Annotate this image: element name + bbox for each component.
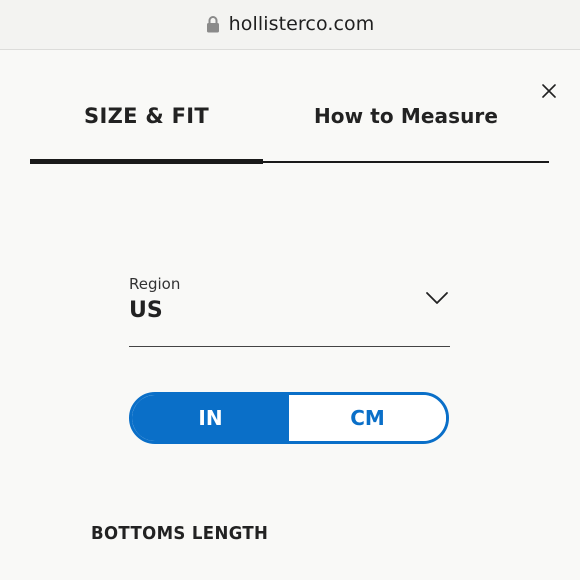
unit-option-cm[interactable]: CM xyxy=(289,395,446,441)
tab-size-fit[interactable]: SIZE & FIT xyxy=(30,88,263,144)
region-select[interactable]: Region US xyxy=(129,272,450,347)
tab-how-to-measure[interactable]: How to Measure xyxy=(263,88,549,144)
unit-toggle: IN CM xyxy=(129,392,449,444)
region-label: Region xyxy=(129,275,181,293)
url-text[interactable]: hollisterco.com xyxy=(229,13,375,35)
unit-option-in[interactable]: IN xyxy=(132,395,289,441)
url-container: hollisterco.com xyxy=(206,13,375,35)
region-value: US xyxy=(129,298,163,323)
chevron-down-icon xyxy=(426,292,448,304)
lock-icon xyxy=(206,15,219,32)
size-guide-tabs: SIZE & FIT How to Measure xyxy=(30,88,549,164)
section-heading-bottoms-length: BOTTOMS LENGTH xyxy=(91,523,269,544)
browser-url-bar[interactable]: hollisterco.com xyxy=(0,0,580,50)
active-tab-indicator xyxy=(30,159,263,164)
